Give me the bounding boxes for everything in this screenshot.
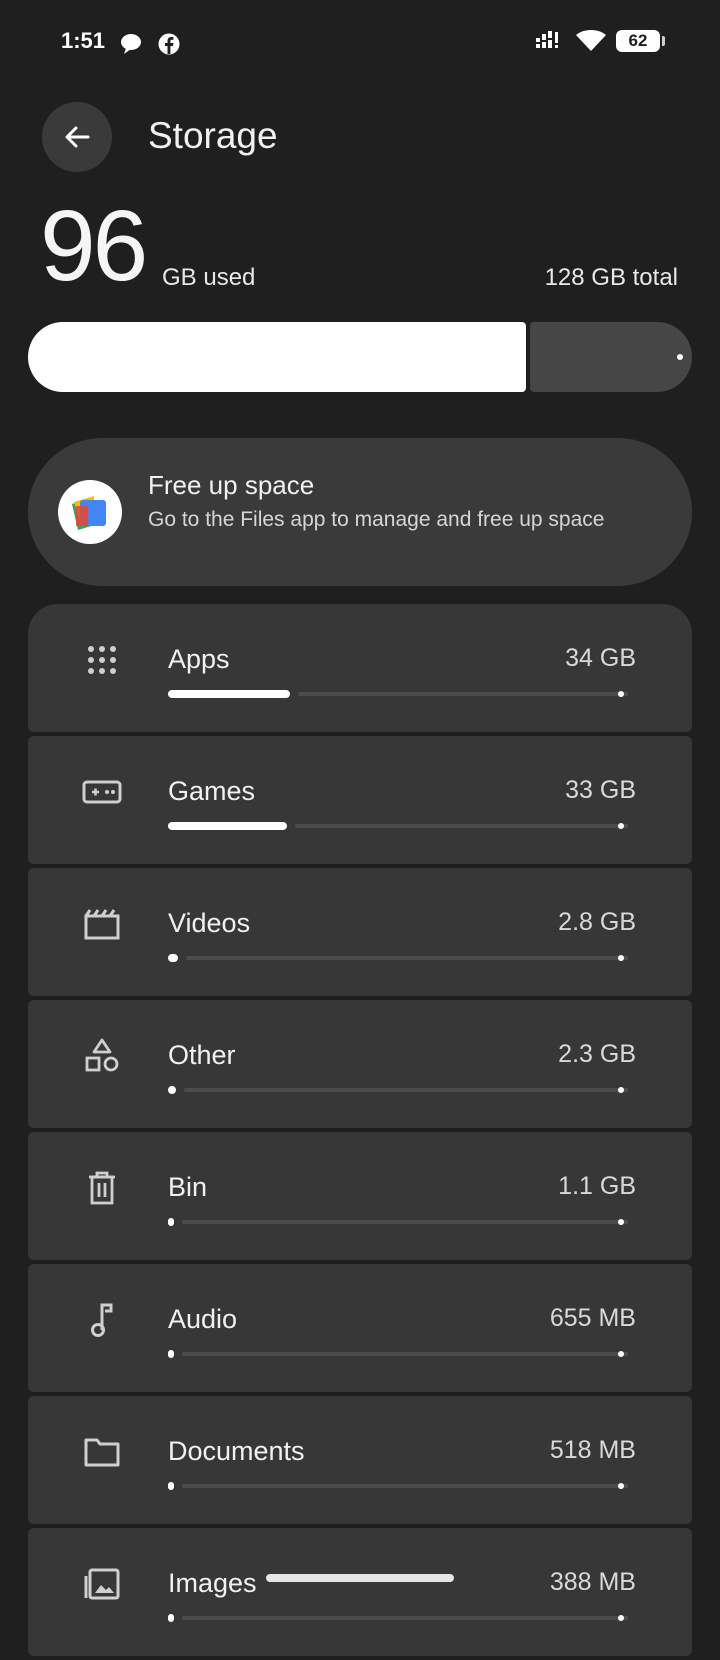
category-usage-bar bbox=[168, 1350, 628, 1358]
category-row-other[interactable]: Other 2.3 GB bbox=[28, 1000, 692, 1128]
usage-bar-free bbox=[530, 322, 692, 392]
files-app-icon bbox=[58, 480, 122, 544]
status-time: 1:51 bbox=[61, 28, 106, 53]
apps-grid-icon bbox=[82, 640, 122, 680]
category-row-games[interactable]: Games 33 GB bbox=[28, 736, 692, 864]
category-size: 1.1 GB bbox=[558, 1172, 636, 1200]
arrow-back-icon bbox=[65, 126, 90, 148]
used-amount: 96 bbox=[40, 190, 148, 302]
category-row-images[interactable]: Images 388 MB bbox=[28, 1528, 692, 1656]
category-row-apps[interactable]: Apps 34 GB bbox=[28, 604, 692, 732]
free-up-description: Go to the Files app to manage and free u… bbox=[148, 508, 605, 531]
category-name: Bin bbox=[168, 1172, 208, 1202]
status-bar: 1:51 62 bbox=[0, 0, 720, 90]
category-bar-track bbox=[182, 1352, 628, 1356]
category-size: 2.3 GB bbox=[558, 1040, 636, 1068]
category-bar-fill bbox=[168, 954, 178, 962]
category-bar-end-dot bbox=[618, 1219, 624, 1225]
category-row-audio[interactable]: Audio 655 MB bbox=[28, 1264, 692, 1392]
category-row-bin[interactable]: Bin 1.1 GB bbox=[28, 1132, 692, 1260]
category-row-documents[interactable]: Documents 518 MB bbox=[28, 1396, 692, 1524]
category-usage-bar bbox=[168, 1614, 628, 1622]
category-size: 34 GB bbox=[565, 644, 636, 672]
category-bar-track bbox=[184, 1088, 628, 1092]
storage-category-list: Apps 34 GB Games 33 GB Videos 2.8 GB Oth… bbox=[28, 604, 692, 1660]
total-label: 128 GB total bbox=[544, 264, 678, 291]
category-name: Other bbox=[168, 1040, 236, 1070]
usage-bar-used bbox=[28, 322, 526, 392]
music-note-icon bbox=[82, 1300, 122, 1340]
category-bar-fill bbox=[168, 1218, 174, 1226]
category-name: Apps bbox=[168, 644, 230, 674]
used-unit-label: GB used bbox=[162, 264, 256, 291]
category-bar-end-dot bbox=[618, 1351, 624, 1357]
trash-icon bbox=[82, 1168, 122, 1208]
status-right-group: 62 bbox=[536, 30, 665, 52]
category-name: Audio bbox=[168, 1304, 238, 1334]
facebook-icon bbox=[158, 33, 180, 55]
category-name: Images bbox=[168, 1568, 257, 1598]
category-size: 2.8 GB bbox=[558, 908, 636, 936]
category-bar-fill bbox=[168, 1482, 174, 1490]
category-bar-track bbox=[182, 1220, 628, 1224]
wifi-icon bbox=[576, 30, 606, 51]
category-bar-end-dot bbox=[618, 1483, 624, 1489]
category-bar-end-dot bbox=[618, 955, 624, 961]
page-title: Storage bbox=[148, 115, 278, 156]
category-bar-fill bbox=[168, 1350, 174, 1358]
category-usage-bar bbox=[168, 690, 628, 698]
category-bar-track bbox=[182, 1484, 628, 1488]
gesture-navigation-handle[interactable] bbox=[266, 1574, 454, 1582]
back-button[interactable] bbox=[42, 102, 112, 172]
category-size: 388 MB bbox=[549, 1568, 636, 1596]
category-usage-bar bbox=[168, 1218, 628, 1226]
image-icon bbox=[82, 1564, 122, 1604]
category-usage-bar bbox=[168, 954, 628, 962]
category-size: 655 MB bbox=[549, 1304, 636, 1332]
category-name: Documents bbox=[168, 1436, 305, 1466]
clapperboard-icon bbox=[82, 904, 122, 944]
category-row-videos[interactable]: Videos 2.8 GB bbox=[28, 868, 692, 996]
category-bar-track bbox=[182, 1616, 628, 1620]
folder-icon bbox=[82, 1432, 122, 1472]
category-bar-end-dot bbox=[618, 691, 624, 697]
category-usage-bar bbox=[168, 1086, 628, 1094]
category-size: 518 MB bbox=[549, 1436, 636, 1464]
battery-icon: 62 bbox=[616, 30, 665, 52]
category-usage-bar bbox=[168, 1482, 628, 1490]
chat-bubble-icon bbox=[121, 34, 141, 54]
gamepad-icon bbox=[82, 772, 122, 812]
category-usage-bar bbox=[168, 822, 628, 830]
category-bar-end-dot bbox=[618, 823, 624, 829]
category-name: Games bbox=[168, 776, 256, 806]
category-bar-end-dot bbox=[618, 1087, 624, 1093]
category-bar-fill bbox=[168, 822, 287, 830]
storage-usage-bar bbox=[28, 322, 692, 392]
category-bar-fill bbox=[168, 1614, 174, 1622]
signal-icon bbox=[536, 31, 558, 48]
category-size: 33 GB bbox=[565, 776, 636, 804]
usage-bar-end-dot bbox=[677, 354, 683, 360]
category-bar-track bbox=[298, 692, 628, 696]
category-bar-end-dot bbox=[618, 1615, 624, 1621]
free-up-title: Free up space bbox=[148, 470, 315, 500]
category-name: Videos bbox=[168, 908, 251, 938]
category-bar-track bbox=[295, 824, 628, 828]
category-bar-track bbox=[186, 956, 628, 960]
category-bar-fill bbox=[168, 690, 290, 698]
shapes-icon bbox=[82, 1036, 122, 1076]
free-up-space-card[interactable]: Free up space Go to the Files app to man… bbox=[28, 438, 692, 586]
category-bar-fill bbox=[168, 1086, 176, 1094]
